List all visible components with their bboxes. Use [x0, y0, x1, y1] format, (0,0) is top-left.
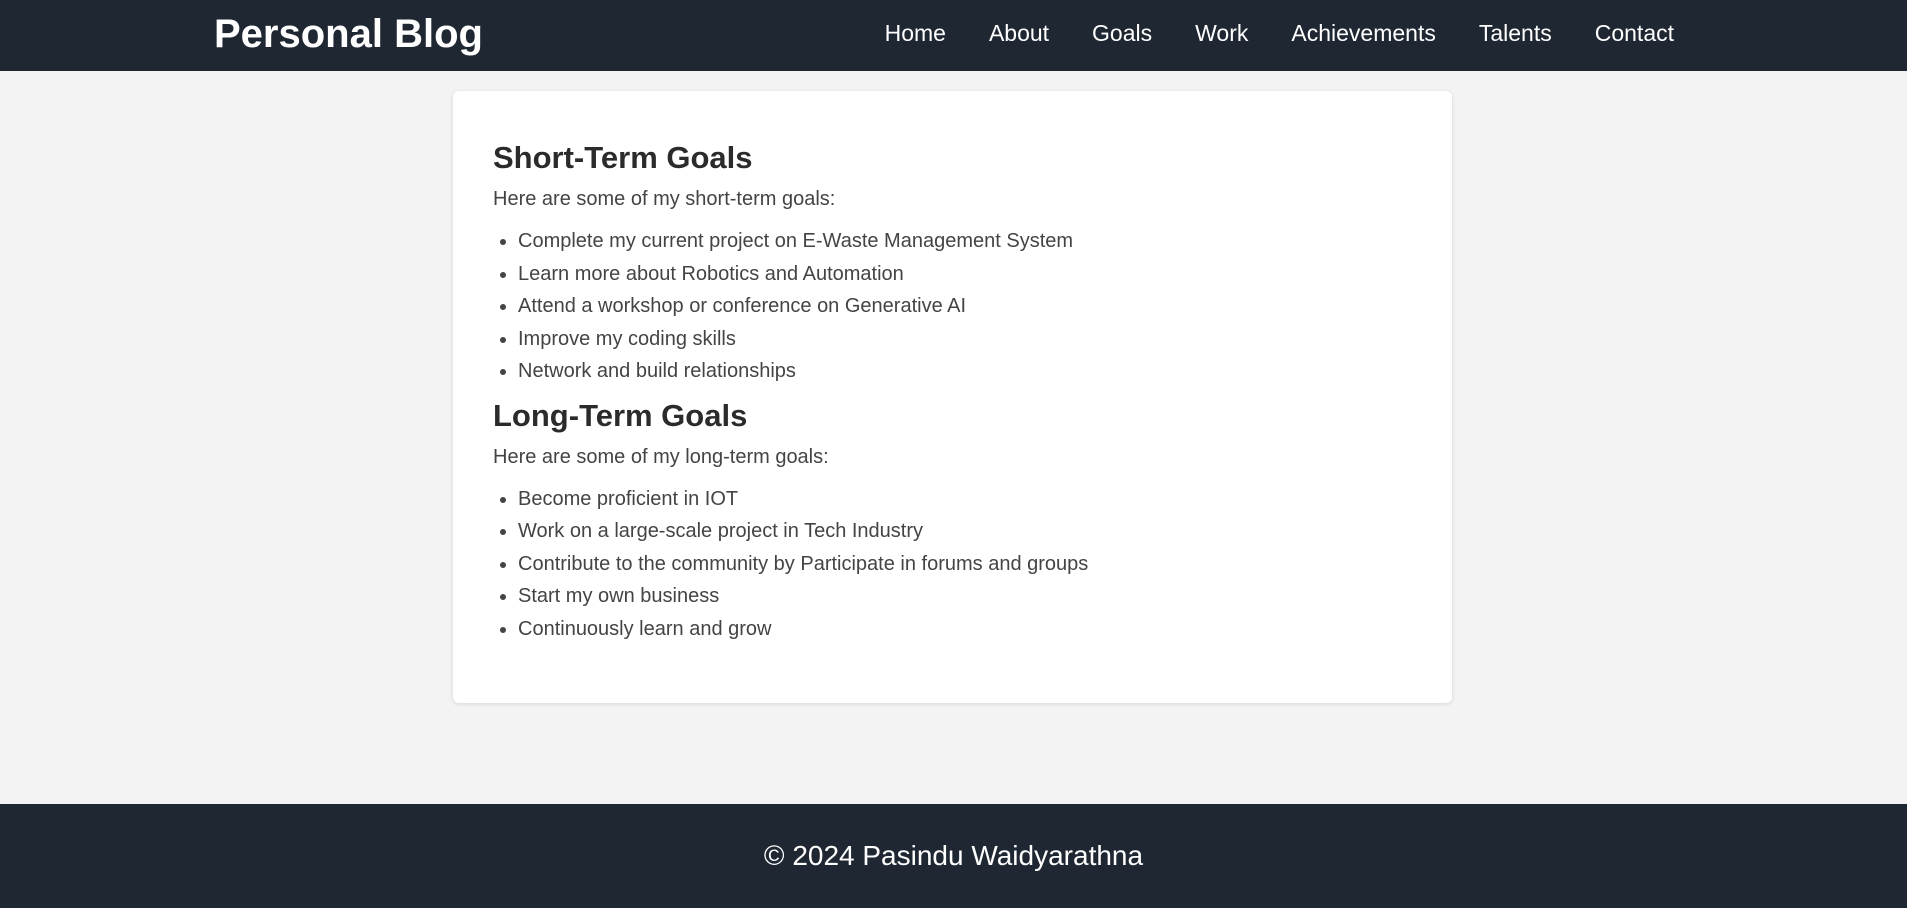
- nav-link-talents[interactable]: Talents: [1479, 20, 1552, 46]
- nav-link-work[interactable]: Work: [1195, 20, 1248, 46]
- long-term-title: Long-Term Goals: [493, 397, 748, 433]
- list-item: Improve my coding skills: [518, 323, 1412, 356]
- short-term-intro: Here are some of my short-term goals:: [493, 188, 836, 210]
- goals-card: Short-Term Goals Here are some of my sho…: [453, 91, 1452, 703]
- main-nav: Home About Goals Work Achievements Talen…: [885, 18, 1674, 48]
- list-item: Network and build relationships: [518, 355, 1412, 388]
- short-term-list: Complete my current project on E-Waste M…: [493, 225, 1412, 388]
- nav-item-talents: Talents: [1479, 18, 1552, 48]
- nav-item-goals: Goals: [1092, 18, 1152, 48]
- copyright-text: © 2024 Pasindu Waidyarathna: [763, 840, 1144, 871]
- nav-item-about: About: [989, 18, 1049, 48]
- site-logo[interactable]: Personal Blog: [214, 10, 483, 58]
- list-item: Learn more about Robotics and Automation: [518, 258, 1412, 291]
- nav-link-about[interactable]: About: [989, 20, 1049, 46]
- list-item: Continuously learn and grow: [518, 613, 1412, 646]
- short-term-section: Short-Term Goals Here are some of my sho…: [493, 138, 1412, 388]
- site-footer: © 2024 Pasindu Waidyarathna: [0, 804, 1907, 908]
- long-term-intro: Here are some of my long-term goals:: [493, 445, 829, 468]
- list-item: Work on a large-scale project in Tech In…: [518, 515, 1412, 548]
- nav-item-contact: Contact: [1595, 18, 1674, 48]
- nav-link-goals[interactable]: Goals: [1092, 20, 1152, 46]
- site-header: Personal Blog Home About Goals Work Achi…: [0, 0, 1907, 71]
- nav-item-home: Home: [885, 18, 946, 48]
- list-item: Contribute to the community by Participa…: [518, 548, 1412, 581]
- nav-item-achievements: Achievements: [1291, 18, 1435, 48]
- long-term-section: Long-Term Goals Here are some of my long…: [493, 396, 1412, 646]
- nav-item-work: Work: [1195, 18, 1248, 48]
- list-item: Complete my current project on E-Waste M…: [518, 225, 1412, 258]
- nav-link-achievements[interactable]: Achievements: [1291, 20, 1435, 46]
- list-item: Attend a workshop or conference on Gener…: [518, 290, 1412, 323]
- short-term-title: Short-Term Goals: [493, 140, 753, 175]
- long-term-list: Become proficient in IOT Work on a large…: [493, 483, 1412, 646]
- nav-link-home[interactable]: Home: [885, 20, 946, 46]
- list-item: Become proficient in IOT: [518, 483, 1412, 516]
- list-item: Start my own business: [518, 580, 1412, 613]
- nav-link-contact[interactable]: Contact: [1595, 20, 1674, 46]
